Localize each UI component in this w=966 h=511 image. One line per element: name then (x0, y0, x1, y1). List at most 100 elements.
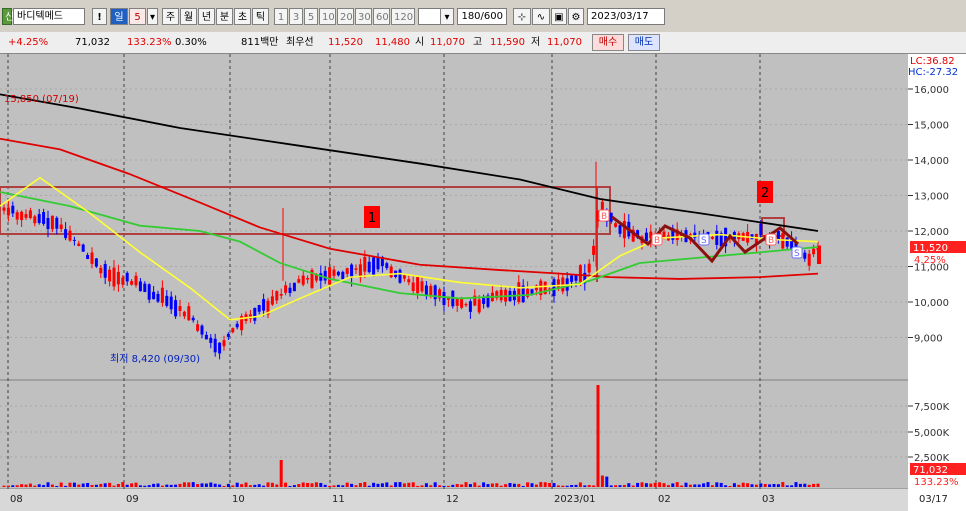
period-week-button[interactable]: 주 (162, 8, 179, 25)
period-count-field[interactable]: 5 (129, 8, 146, 25)
candle-body (28, 210, 32, 219)
volume-bar (772, 483, 776, 487)
volume-bar (398, 482, 402, 487)
high-label: 고 (473, 37, 483, 48)
volume-bar (776, 484, 780, 487)
volume-bar (468, 484, 472, 487)
best-bid-price: 11,480 (375, 37, 410, 48)
period-day-button[interactable]: 일 (110, 8, 128, 25)
volume-bar (486, 484, 490, 487)
candle-body (257, 305, 261, 312)
volume-bar (187, 482, 191, 487)
candle-body (618, 225, 622, 234)
volume-bar (803, 483, 807, 487)
volume-bar (42, 485, 46, 487)
candle-body (552, 279, 556, 297)
period-year-button[interactable]: 년 (198, 8, 215, 25)
candle-body (297, 279, 301, 283)
date-field[interactable]: 2023/03/17 (587, 8, 665, 25)
candle-body (226, 333, 230, 337)
volume-bar (262, 485, 266, 487)
current-volume-tag: 71,032 (913, 465, 948, 476)
volume-bar (433, 482, 437, 487)
current-price-tag: 11,520 (913, 243, 948, 254)
minute-5-button[interactable]: 5 (304, 8, 318, 25)
period-second-button[interactable]: 초 (234, 8, 251, 25)
volume-bar (636, 482, 640, 487)
candle-body (644, 232, 648, 242)
candle-body (218, 342, 222, 354)
period-count-dropdown[interactable]: ▾ (147, 8, 158, 25)
volume-bar (578, 482, 582, 487)
volume-bar (323, 484, 327, 487)
candle-body (328, 267, 332, 285)
minute-10-button[interactable]: 10 (319, 8, 336, 25)
stock-name-field[interactable]: 바디텍메드 (13, 8, 85, 25)
sell-button[interactable]: 매도 (628, 34, 660, 51)
volume-bar (715, 482, 719, 487)
lc-label: LC:36.82 (910, 56, 955, 67)
candle-body (354, 268, 358, 270)
change-percent: +4.25% (8, 37, 49, 48)
candle-body (178, 306, 182, 311)
candle-body (165, 295, 169, 306)
candle-body (33, 216, 37, 224)
candle-body (55, 217, 59, 229)
buy-button[interactable]: 매수 (592, 34, 624, 51)
candle-body (125, 272, 129, 282)
price-chart[interactable]: 15,850 (07/19)최저 8,420 (09/30)12BB S BS 16… (0, 54, 966, 511)
candle-body (147, 284, 151, 300)
volume-ratio: 133.23% (127, 37, 172, 48)
bar-count-field[interactable]: 180/600 (457, 8, 507, 25)
volume-bar (156, 483, 160, 487)
candle-body (174, 300, 178, 317)
candle-body (416, 277, 420, 294)
minute-120-button[interactable]: 120 (391, 8, 415, 25)
volume-bar (37, 484, 41, 487)
volume-bar (15, 485, 19, 487)
minute-60-button[interactable]: 60 (373, 8, 390, 25)
volume-bar (46, 482, 50, 487)
price-tick-label: 14,000 (914, 156, 949, 167)
candle-body (20, 211, 24, 221)
stock-search-icon[interactable]: 신 (2, 8, 14, 25)
volume-bar (724, 485, 728, 487)
volume-bar (358, 482, 362, 487)
candle-body (785, 237, 789, 247)
volume-bar (380, 483, 384, 487)
volume-bar (134, 482, 138, 487)
volume-bar (666, 485, 670, 487)
volume-bar (94, 484, 98, 487)
custom-period-dropdown[interactable]: ▾ (440, 8, 454, 25)
candle-body (372, 257, 376, 275)
box-label-2: 2 (761, 186, 769, 201)
volume-bar (275, 484, 279, 487)
minute-1-button[interactable]: 1 (274, 8, 288, 25)
crosshair-tool-icon[interactable]: ⊹ (513, 8, 531, 25)
volume-bar (319, 482, 323, 487)
minute-3-button[interactable]: 3 (289, 8, 303, 25)
gear-icon[interactable]: ⚙ (568, 8, 584, 25)
candle-body (614, 223, 618, 227)
period-month-button[interactable]: 월 (180, 8, 197, 25)
volume-bar (460, 484, 464, 487)
toolbar: 신 바디텍메드 ! 일 5 ▾ 주 월 년 분 초 틱 1 3 5 10 20 … (0, 0, 966, 33)
volume-bar (424, 483, 428, 487)
turnover-ratio: 0.30% (175, 37, 207, 48)
period-minute-button[interactable]: 분 (216, 8, 233, 25)
candle-body (803, 252, 807, 259)
minute-20-button[interactable]: 20 (337, 8, 354, 25)
minute-30-button[interactable]: 30 (355, 8, 372, 25)
candle-body (345, 268, 349, 274)
volume-bar (407, 482, 411, 487)
save-icon[interactable]: ▣ (551, 8, 567, 25)
chevron-down-icon: ▾ (150, 12, 156, 23)
candle-body (213, 338, 217, 353)
low-label: 저 (531, 37, 541, 48)
candle-body (121, 277, 125, 285)
period-tick-button[interactable]: 틱 (252, 8, 269, 25)
best-ask-price: 11,520 (328, 37, 363, 48)
volume-bar (596, 385, 600, 487)
alert-button[interactable]: ! (92, 8, 107, 25)
line-chart-icon[interactable]: ∿ (532, 8, 550, 25)
